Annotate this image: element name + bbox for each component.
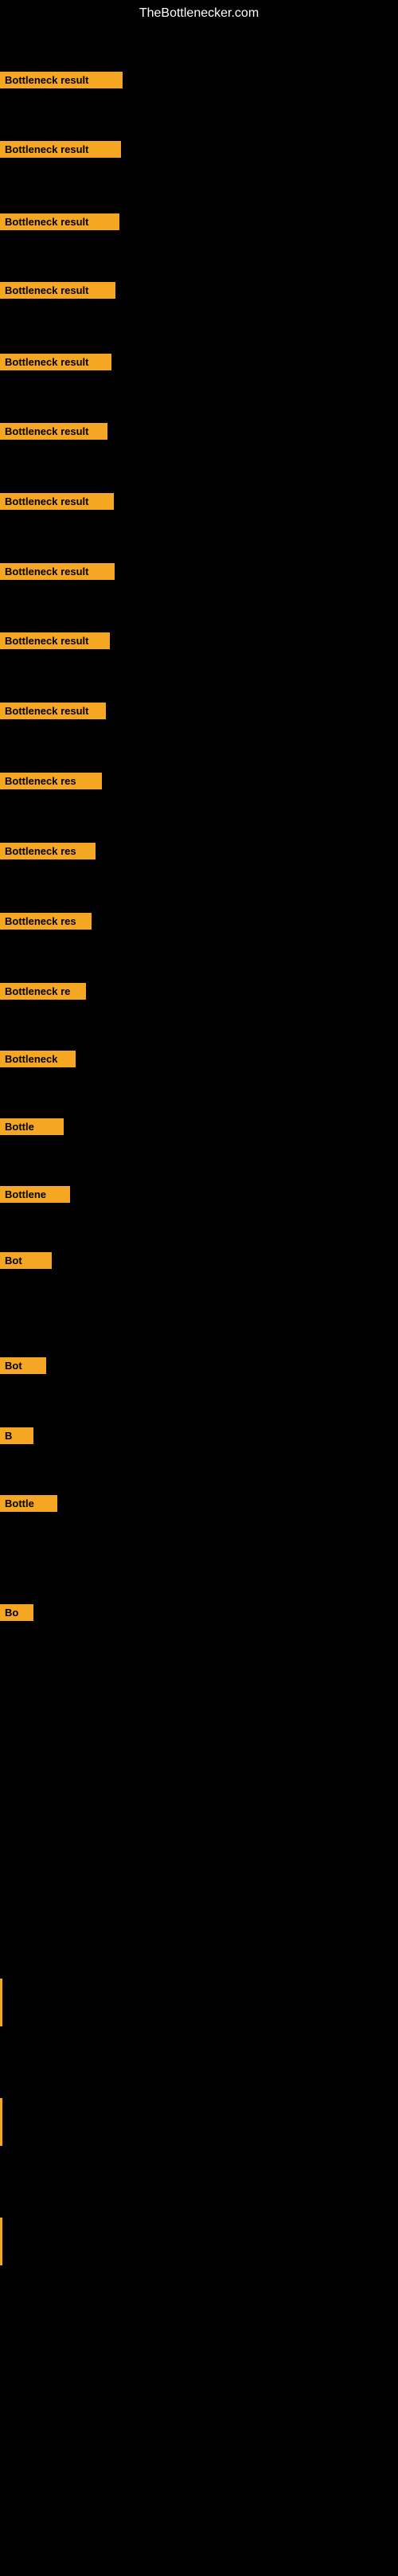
bottleneck-badge-2: Bottleneck result [0,141,121,158]
vertical-bar-3 [0,2218,2,2265]
bottleneck-badge-17: Bottlene [0,1186,70,1203]
bottleneck-badge-11: Bottleneck res [0,773,102,789]
bottleneck-badge-4: Bottleneck result [0,282,115,299]
bottleneck-badge-16: Bottle [0,1118,64,1135]
bottleneck-badge-22: Bo [0,1604,33,1621]
bottleneck-badge-1: Bottleneck result [0,72,123,88]
bottleneck-badge-5: Bottleneck result [0,354,111,370]
bottleneck-badge-21: Bottle [0,1495,57,1512]
vertical-bar-1 [0,1979,2,2026]
bottleneck-badge-9: Bottleneck result [0,632,110,649]
bottleneck-badge-6: Bottleneck result [0,423,107,440]
site-title: TheBottlenecker.com [0,0,398,27]
badges-container: Bottleneck result Bottleneck result Bottle… [0,27,398,2576]
bottleneck-badge-10: Bottleneck result [0,703,106,719]
bottleneck-badge-7: Bottleneck result [0,493,114,510]
bottleneck-badge-15: Bottleneck [0,1051,76,1067]
bottleneck-badge-12: Bottleneck res [0,843,96,859]
bottleneck-badge-13: Bottleneck res [0,913,92,930]
bottleneck-badge-8: Bottleneck result [0,563,115,580]
bottleneck-badge-18: Bot [0,1252,52,1269]
vertical-bar-2 [0,2098,2,2146]
bottleneck-badge-14: Bottleneck re [0,983,86,1000]
bottleneck-badge-3: Bottleneck result [0,213,119,230]
bottleneck-badge-19: Bot [0,1357,46,1374]
bottleneck-badge-20: B [0,1427,33,1444]
